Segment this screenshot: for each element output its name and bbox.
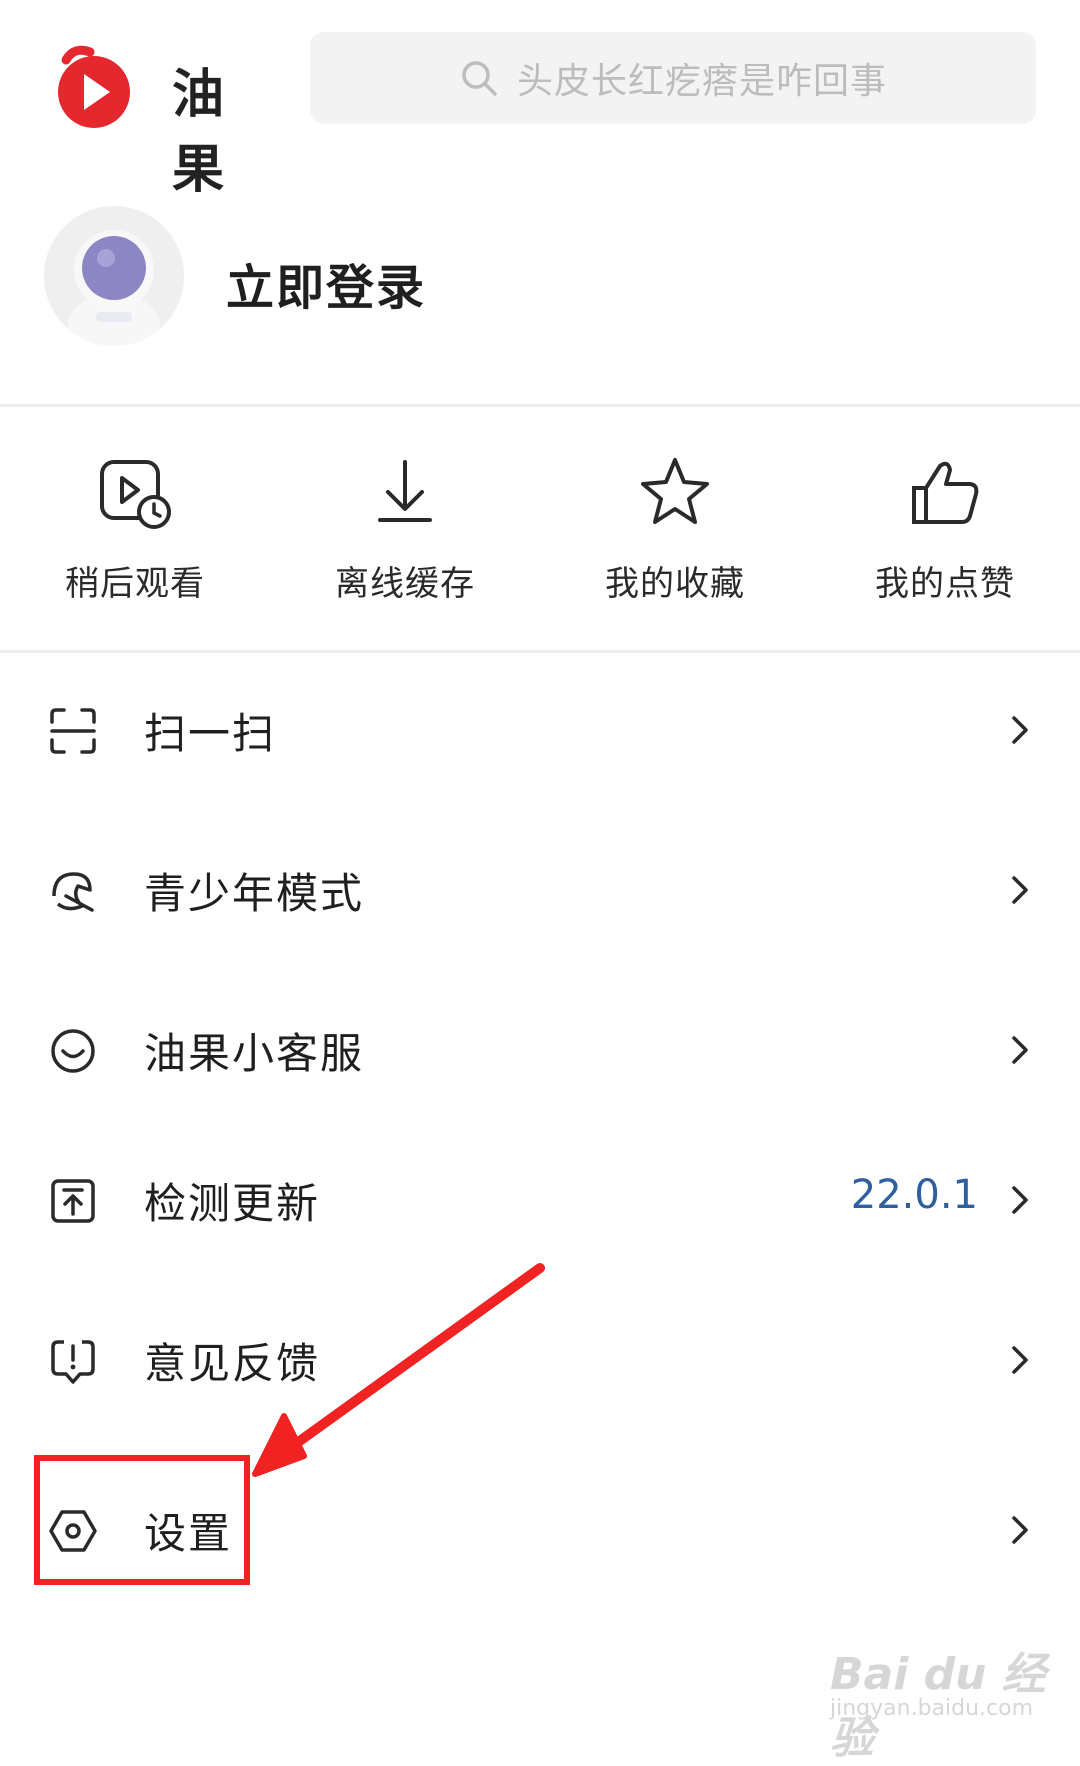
thumbs-up-icon (912, 461, 979, 524)
version-number: 22.0.1 (850, 1172, 978, 1218)
chevron-right-icon (1012, 1186, 1028, 1214)
divider (0, 650, 1080, 653)
menu-item-label: 检测更新 (144, 1179, 321, 1228)
search-placeholder: 头皮长红疙瘩是咋回事 (516, 61, 887, 102)
divider (0, 404, 1080, 407)
app-name: 油果 (172, 65, 227, 200)
update-icon (51, 1179, 95, 1223)
shortcut-offline-cache[interactable]: 离线缓存 (270, 452, 540, 604)
login-link[interactable]: 立即登录 (226, 248, 426, 318)
chevron-right-icon (1012, 1516, 1028, 1544)
avatar[interactable] (44, 206, 184, 346)
menu-item-label: 油果小客服 (144, 1029, 365, 1078)
watermark-sub: jingyan.baidu.com (830, 1696, 1034, 1721)
menu-item-label: 意见反馈 (144, 1339, 321, 1388)
shortcut-label: 我的收藏 (605, 564, 745, 604)
annotation-highlight-box (34, 1455, 250, 1585)
menu-item-scan[interactable]: 扫一扫 (0, 680, 1080, 780)
shortcut-label: 稍后观看 (65, 564, 205, 604)
scan-icon (50, 708, 96, 754)
download-icon (378, 460, 432, 522)
watch-later-icon (100, 460, 171, 529)
shortcut-watch-later[interactable]: 稍后观看 (0, 452, 270, 604)
youguo-logo-icon (58, 45, 130, 128)
menu-item-check-update[interactable]: 检测更新 22.0.1 (0, 1150, 1080, 1250)
youth-mode-icon (52, 872, 94, 912)
shortcut-likes[interactable]: 我的点赞 (810, 452, 1080, 604)
watermark: Bai du 经验 jingyan.baidu.com (820, 1630, 1060, 1764)
chevron-right-icon (1012, 1346, 1028, 1374)
search-icon (462, 61, 497, 96)
shortcut-label: 我的点赞 (875, 564, 1015, 604)
astronaut-avatar-icon (44, 206, 184, 346)
star-icon (641, 458, 709, 524)
menu-item-feedback[interactable]: 意见反馈 (0, 1310, 1080, 1410)
app-logo: 油果 (40, 34, 260, 200)
chevron-right-icon (1012, 876, 1028, 904)
chevron-right-icon (1012, 1036, 1028, 1064)
customer-service-icon (51, 1029, 95, 1073)
shortcut-label: 离线缓存 (335, 564, 475, 604)
search-bar[interactable]: 头皮长红疙瘩是咋回事 (310, 32, 1036, 124)
menu-item-youth-mode[interactable]: 青少年模式 (0, 840, 1080, 940)
chevron-right-icon (1012, 716, 1028, 744)
shortcut-favorites[interactable]: 我的收藏 (540, 452, 810, 604)
menu-item-customer-service[interactable]: 油果小客服 (0, 1000, 1080, 1100)
menu-item-label: 青少年模式 (144, 869, 365, 918)
feedback-icon (51, 1340, 95, 1384)
menu-item-label: 扫一扫 (144, 709, 277, 758)
